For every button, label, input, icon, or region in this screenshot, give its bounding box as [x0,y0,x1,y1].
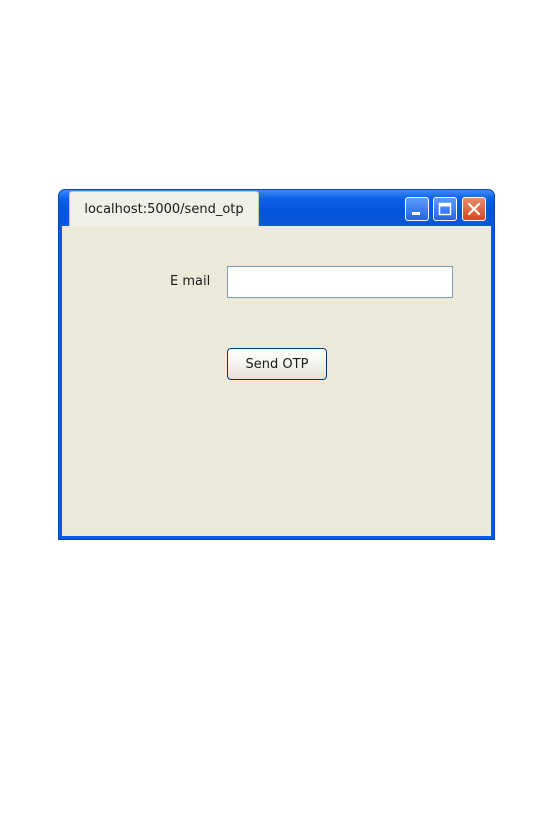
maximize-button[interactable] [433,197,457,221]
minimize-button[interactable] [405,197,429,221]
send-otp-button[interactable]: Send OTP [227,348,327,380]
title-bar[interactable]: localhost:5000/send_otp [59,190,494,226]
maximize-icon [438,202,452,216]
page-content: E mail Send OTP [62,226,491,536]
tab-send-otp[interactable]: localhost:5000/send_otp [69,191,259,226]
email-field[interactable] [227,266,453,298]
minimize-icon [412,212,420,215]
browser-window: localhost:5000/send_otp E mail Send OTP [58,189,495,540]
close-icon [467,202,481,216]
tab-title: localhost:5000/send_otp [84,201,244,217]
email-label: E mail [170,274,211,289]
close-button[interactable] [462,197,486,221]
